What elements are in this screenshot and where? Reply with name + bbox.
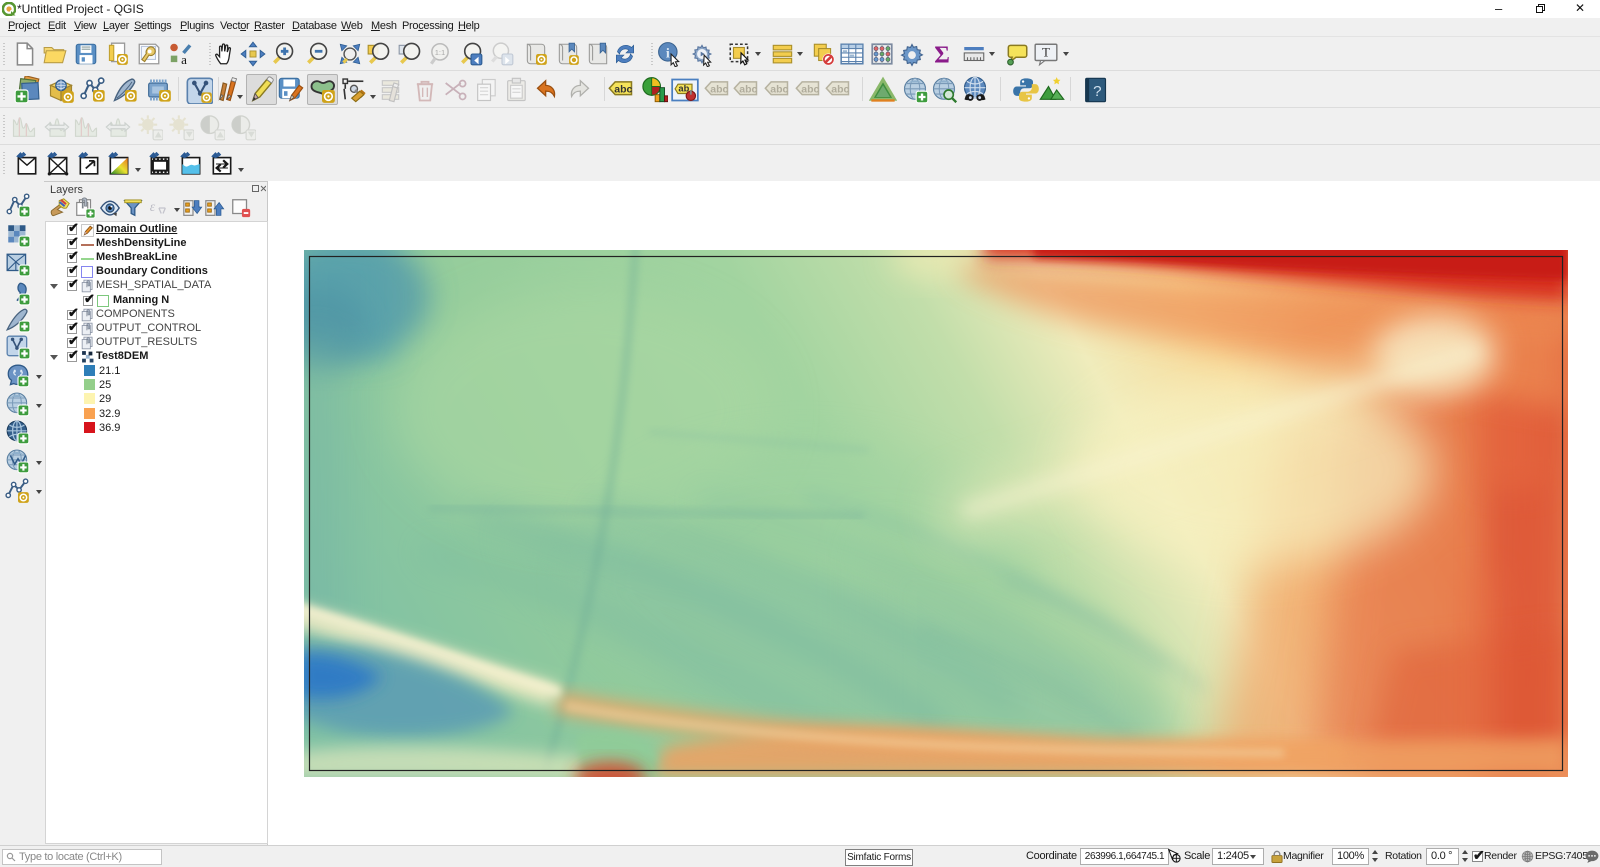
svg-text:ε: ε	[150, 199, 156, 214]
svg-text:abc: abc	[831, 83, 849, 95]
svg-text:Σ: Σ	[934, 43, 950, 67]
svg-text:abc: abc	[710, 83, 728, 95]
svg-text:abc: abc	[801, 83, 819, 95]
svg-text:abc: abc	[739, 83, 757, 95]
svg-text:T: T	[1042, 45, 1050, 60]
svg-text:abc: abc	[614, 83, 632, 95]
svg-text:a: a	[181, 52, 187, 67]
svg-text:?: ?	[1093, 83, 1101, 100]
svg-text:1:1: 1:1	[435, 48, 446, 57]
svg-text:i: i	[666, 45, 670, 61]
svg-text:abc: abc	[770, 83, 788, 95]
